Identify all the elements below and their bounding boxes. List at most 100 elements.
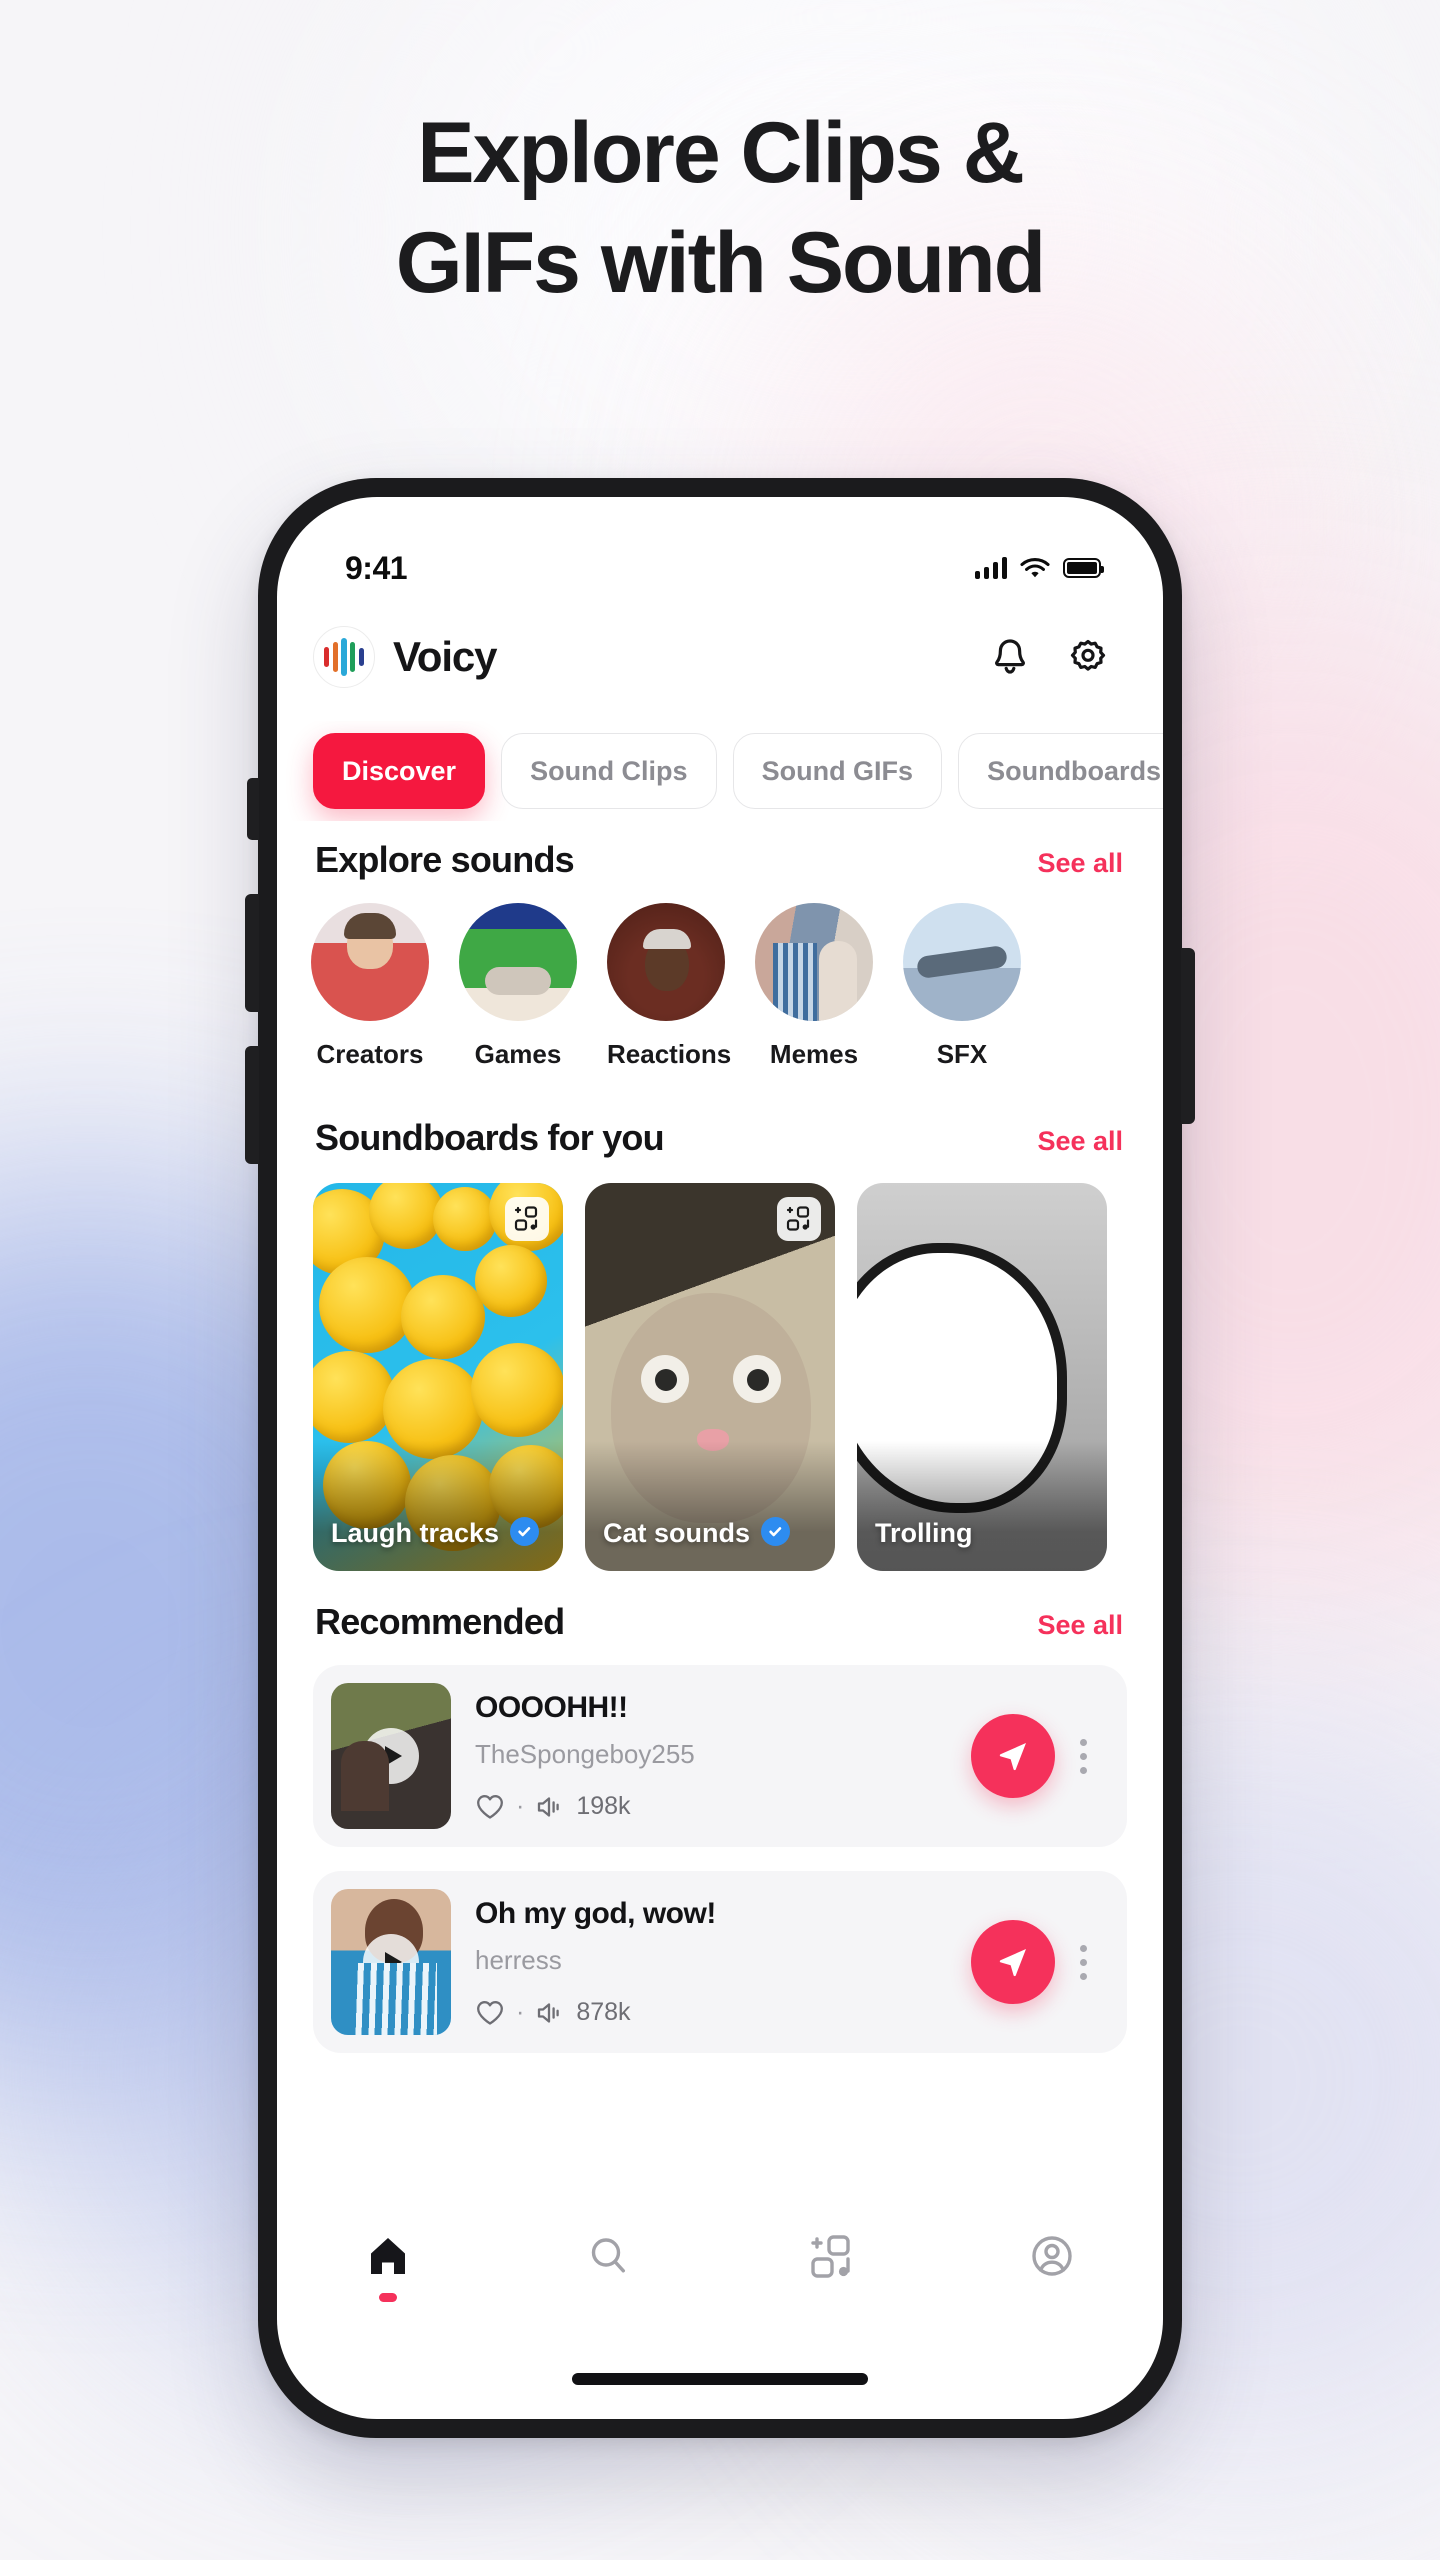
soundboard-card-cat-sounds[interactable]: Cat sounds <box>585 1183 835 1571</box>
heart-outline-icon[interactable] <box>475 1999 505 2027</box>
play-triangle-icon[interactable] <box>363 1728 419 1784</box>
soundboard-name: Laugh tracks <box>331 1518 500 1548</box>
bottom-navigation-bar[interactable] <box>277 2207 1163 2327</box>
tab-sound-clips[interactable]: Sound Clips <box>501 733 717 809</box>
recommended-item-title: OOOOHH!! <box>475 1691 628 1724</box>
play-count: 198k <box>576 1792 631 1820</box>
category-label: Memes <box>769 1039 859 1069</box>
nav-item-home[interactable] <box>277 2233 499 2302</box>
category-memes[interactable]: Memes <box>755 903 873 1103</box>
headline-line-2: GIFs with Sound <box>395 215 1046 312</box>
explore-sounds-header: Explore sounds See all <box>277 839 1163 881</box>
active-tab-indicator <box>378 2292 397 2302</box>
status-bar-time: 9:41 <box>345 549 408 586</box>
recommended-item-stats: · 198k <box>475 1792 971 1821</box>
speaker-wave-icon <box>538 2002 560 2023</box>
category-games[interactable]: Games <box>459 903 577 1103</box>
soundboard-footer: Trolling <box>857 1441 1107 1571</box>
stat-separator: · <box>516 1792 525 1820</box>
soundboard-card-trolling[interactable]: Trolling <box>857 1183 1107 1571</box>
recommended-item-info: Oh my god, wow! herress · 878k <box>451 1897 971 2027</box>
recommended-item-author: TheSpongeboy255 <box>475 1739 695 1769</box>
explore-sounds-see-all[interactable]: See all <box>1037 848 1123 879</box>
soundboard-footer: Laugh tracks <box>313 1441 563 1571</box>
phone-screen: 9:41 Voicy Discover Sound Clips Sound GI… <box>277 497 1163 2419</box>
category-label: Games <box>474 1039 562 1069</box>
recommended-see-all[interactable]: See all <box>1037 1610 1123 1641</box>
tab-sound-gifs[interactable]: Sound GIFs <box>732 733 943 809</box>
tab-soundboards[interactable]: Soundboards <box>958 733 1163 809</box>
add-sound-icon <box>811 2234 850 2278</box>
soundboard-name: Cat sounds <box>603 1518 751 1548</box>
man-shouting-clip-thumb[interactable] <box>331 1889 451 2035</box>
wifi-icon <box>1020 558 1050 578</box>
surprised-face-portrait-thumb <box>607 903 725 1021</box>
category-creators[interactable]: Creators <box>311 903 429 1103</box>
add-sound-icon[interactable] <box>777 1197 821 1241</box>
kebab-menu-icon[interactable] <box>1061 1944 1105 1980</box>
recommended-header: Recommended See all <box>277 1601 1163 1643</box>
recommended-item-info: OOOOHH!! TheSpongeboy255 · 198k <box>451 1691 971 1821</box>
battery-full-icon <box>1063 558 1104 578</box>
tab-discover[interactable]: Discover <box>313 733 486 809</box>
soundboards-see-all[interactable]: See all <box>1037 1126 1123 1157</box>
recommended-item-author: herress <box>475 1945 562 1975</box>
phone-power-button[interactable] <box>1181 948 1195 1124</box>
send-paper-plane-icon[interactable] <box>971 1714 1055 1798</box>
verified-check-icon <box>761 1517 791 1546</box>
category-label: SFX <box>936 1039 988 1069</box>
add-sound-icon[interactable] <box>505 1197 549 1241</box>
play-count: 878k <box>576 1998 631 2026</box>
voicy-waveform-logo <box>313 626 375 688</box>
status-bar-icons <box>974 557 1104 579</box>
home-indicator[interactable] <box>572 2373 868 2385</box>
status-bar: 9:41 <box>277 497 1163 601</box>
kebab-menu-icon[interactable] <box>1061 1738 1105 1774</box>
brand-name: Voicy <box>393 633 498 680</box>
crowd-reaction-clip-thumb[interactable] <box>331 1683 451 1829</box>
recommended-item-stats: · 878k <box>475 1998 971 2027</box>
soundboard-footer: Cat sounds <box>585 1441 835 1571</box>
category-tab-bar[interactable]: Discover Sound Clips Sound GIFs Soundboa… <box>277 721 1163 821</box>
send-paper-plane-icon[interactable] <box>971 1920 1055 2004</box>
list-item[interactable]: Oh my god, wow! herress · 878k <box>313 1871 1127 2053</box>
soundboard-card-laugh-tracks[interactable]: Laugh tracks <box>313 1183 563 1571</box>
cellular-signal-icon <box>974 557 1007 579</box>
home-icon <box>370 2237 405 2274</box>
category-label: Creators <box>316 1039 424 1069</box>
category-sfx[interactable]: SFX <box>903 903 1021 1103</box>
phone-mute-switch[interactable] <box>247 778 259 840</box>
nav-item-create[interactable] <box>720 2233 942 2302</box>
soundboards-title: Soundboards for you <box>315 1117 665 1158</box>
nav-item-profile[interactable] <box>942 2233 1164 2302</box>
recommended-item-title: Oh my god, wow! <box>475 1897 716 1930</box>
nav-item-search[interactable] <box>499 2233 721 2302</box>
explore-sounds-title: Explore sounds <box>315 839 575 880</box>
soundboards-header: Soundboards for you See all <box>277 1117 1163 1159</box>
category-label: Reactions <box>607 1039 732 1069</box>
gear-icon[interactable] <box>1065 634 1111 680</box>
heart-outline-icon[interactable] <box>475 1793 505 1821</box>
search-icon <box>592 2237 626 2272</box>
creator-portrait-red-hoodie-thumb <box>311 903 429 1021</box>
bell-icon[interactable] <box>987 634 1033 680</box>
game-controller-soccer-thumb <box>459 903 577 1021</box>
verified-check-icon <box>510 1517 540 1546</box>
phone-volume-up-button[interactable] <box>245 894 259 1012</box>
phone-volume-down-button[interactable] <box>245 1046 259 1164</box>
category-reactions[interactable]: Reactions <box>607 903 732 1103</box>
recommended-list: OOOOHH!! TheSpongeboy255 · 198k Oh my go… <box>313 1665 1127 2077</box>
speaker-wave-icon <box>538 1796 560 1817</box>
distracted-boyfriend-meme-thumb <box>755 903 873 1021</box>
cargo-airplane-thumb <box>903 903 1021 1021</box>
explore-categories-row[interactable]: Creators Games Reactions Memes SFX <box>277 903 1163 1103</box>
phone-mockup: 9:41 Voicy Discover Sound Clips Sound GI… <box>245 478 1195 2438</box>
stat-separator: · <box>516 1998 525 2026</box>
profile-icon <box>1032 2235 1072 2276</box>
play-triangle-icon[interactable] <box>363 1934 419 1990</box>
recommended-title: Recommended <box>315 1601 565 1642</box>
soundboards-row[interactable]: Laugh tracks Cat sounds Trolling <box>277 1183 1163 1583</box>
headline-line-1: Explore Clips & <box>417 105 1025 201</box>
app-header: Voicy <box>277 601 1163 713</box>
list-item[interactable]: OOOOHH!! TheSpongeboy255 · 198k <box>313 1665 1127 1847</box>
